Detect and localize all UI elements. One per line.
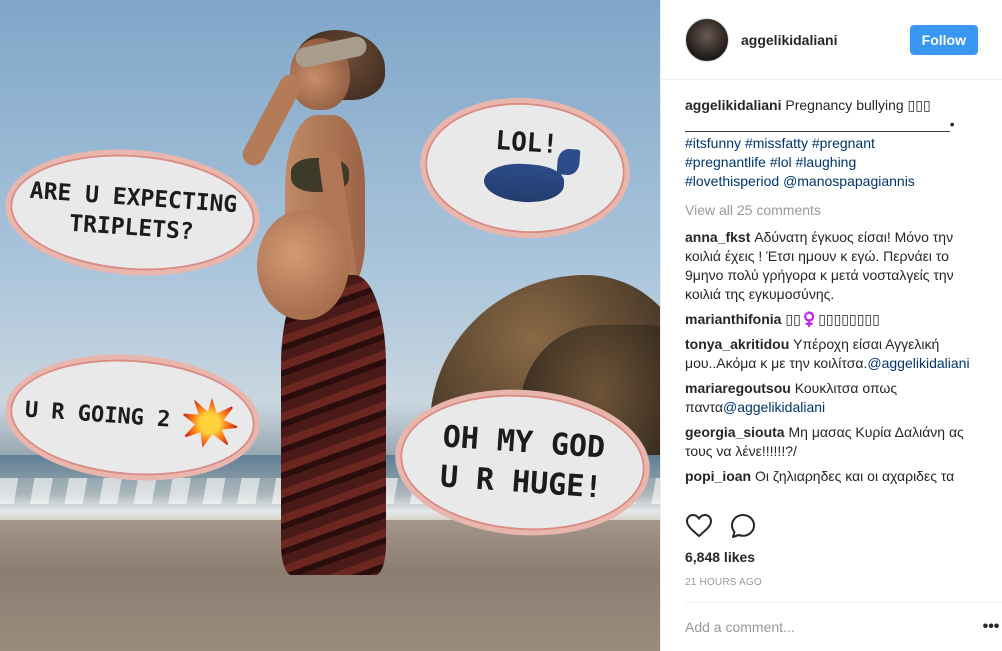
comment-username[interactable]: anna_fkst: [685, 229, 750, 245]
hashtag[interactable]: #lol: [770, 154, 792, 170]
list-item: georgia_siouta Μη μασας Κυρία Δαλιάνη ας…: [685, 423, 985, 461]
list-item: anna_fkst Αδύνατη έγκυος είσαι! Μόνο την…: [685, 228, 985, 304]
comment-username[interactable]: tonya_akritidou: [685, 336, 789, 352]
list-item: marianthifonia ▯▯♀️▯▯▯▯▯▯▯▯: [685, 310, 985, 329]
post-actions: [685, 512, 757, 540]
explosion-icon: [178, 396, 241, 450]
comment-text: Οι ζηλιαρηδες και οι αχαριδες τα: [755, 468, 955, 484]
comment-input[interactable]: [685, 619, 980, 635]
hashtag[interactable]: #pregnant: [812, 135, 875, 151]
hashtag[interactable]: #pregnantlife: [685, 154, 766, 170]
hashtag[interactable]: #itsfunny: [685, 135, 741, 151]
list-item: tonya_akritidou Υπέροχη είσαι Αγγελική μ…: [685, 335, 985, 373]
header-username[interactable]: aggelikidaliani: [741, 32, 910, 48]
whale-icon: [482, 160, 566, 205]
comments-list[interactable]: aggelikidaliani Pregnancy bullying ▯▯▯ _…: [685, 96, 985, 506]
comment-username[interactable]: georgia_siouta: [685, 424, 785, 440]
view-all-comments-link[interactable]: View all 25 comments: [685, 201, 985, 220]
list-item: popi_ioan Οι ζηλιαρηδες και οι αχαριδες …: [685, 467, 985, 486]
photo-woman: [225, 30, 425, 575]
comment-text: ▯▯♀️▯▯▯▯▯▯▯▯: [785, 311, 880, 327]
speech-bubble-lol: LOL!: [415, 90, 635, 246]
caption-username[interactable]: aggelikidaliani: [685, 97, 781, 113]
bubble-text: OH MY GOD U R HUGE!: [438, 418, 607, 506]
comment-username[interactable]: popi_ioan: [685, 468, 751, 484]
add-comment-bar: •••: [685, 602, 1002, 651]
caption-text: Pregnancy bullying ▯▯▯: [785, 97, 931, 113]
comment-icon[interactable]: [729, 512, 757, 540]
caption-divider: __________________________________•: [685, 116, 955, 132]
post-side-panel: aggelikidaliani Follow aggelikidaliani P…: [660, 0, 1002, 651]
bubble-text: LOL!: [494, 125, 560, 160]
instagram-post: ARE U EXPECTING TRIPLETS? LOL! U R GOING…: [0, 0, 1002, 651]
woman-sarong: [281, 275, 386, 575]
caption: aggelikidaliani Pregnancy bullying ▯▯▯ _…: [685, 96, 985, 191]
heart-icon[interactable]: [685, 512, 713, 540]
post-header: aggelikidaliani Follow: [661, 0, 1002, 80]
hashtag[interactable]: #missfatty: [745, 135, 808, 151]
comment-mention[interactable]: @aggelikidaliani: [723, 399, 825, 415]
more-options-icon[interactable]: •••: [980, 618, 1002, 636]
comment-mention[interactable]: @aggelikidaliani: [867, 355, 969, 371]
hashtag[interactable]: #lovethisperiod: [685, 173, 779, 189]
post-timestamp[interactable]: 21 HOURS AGO: [685, 577, 762, 588]
likes-count[interactable]: 6,848 likes: [685, 549, 755, 565]
post-photo[interactable]: ARE U EXPECTING TRIPLETS? LOL! U R GOING…: [0, 0, 660, 651]
caption-mention[interactable]: @manospapagiannis: [783, 173, 915, 189]
bubble-text: ARE U EXPECTING TRIPLETS?: [29, 177, 239, 245]
caption-hashtags: #itsfunny #missfatty #pregnant #pregnant…: [685, 134, 985, 191]
follow-button[interactable]: Follow: [909, 24, 978, 55]
avatar[interactable]: [685, 17, 729, 62]
list-item: mariaregoutsou Κουκλιτσα οπως παντα@agge…: [685, 379, 985, 417]
comment-username[interactable]: mariaregoutsou: [685, 380, 791, 396]
comment-username[interactable]: marianthifonia: [685, 311, 781, 327]
woman-belly: [257, 210, 349, 320]
bubble-text: U R GOING 2: [24, 397, 172, 433]
hashtag[interactable]: #laughing: [796, 154, 857, 170]
